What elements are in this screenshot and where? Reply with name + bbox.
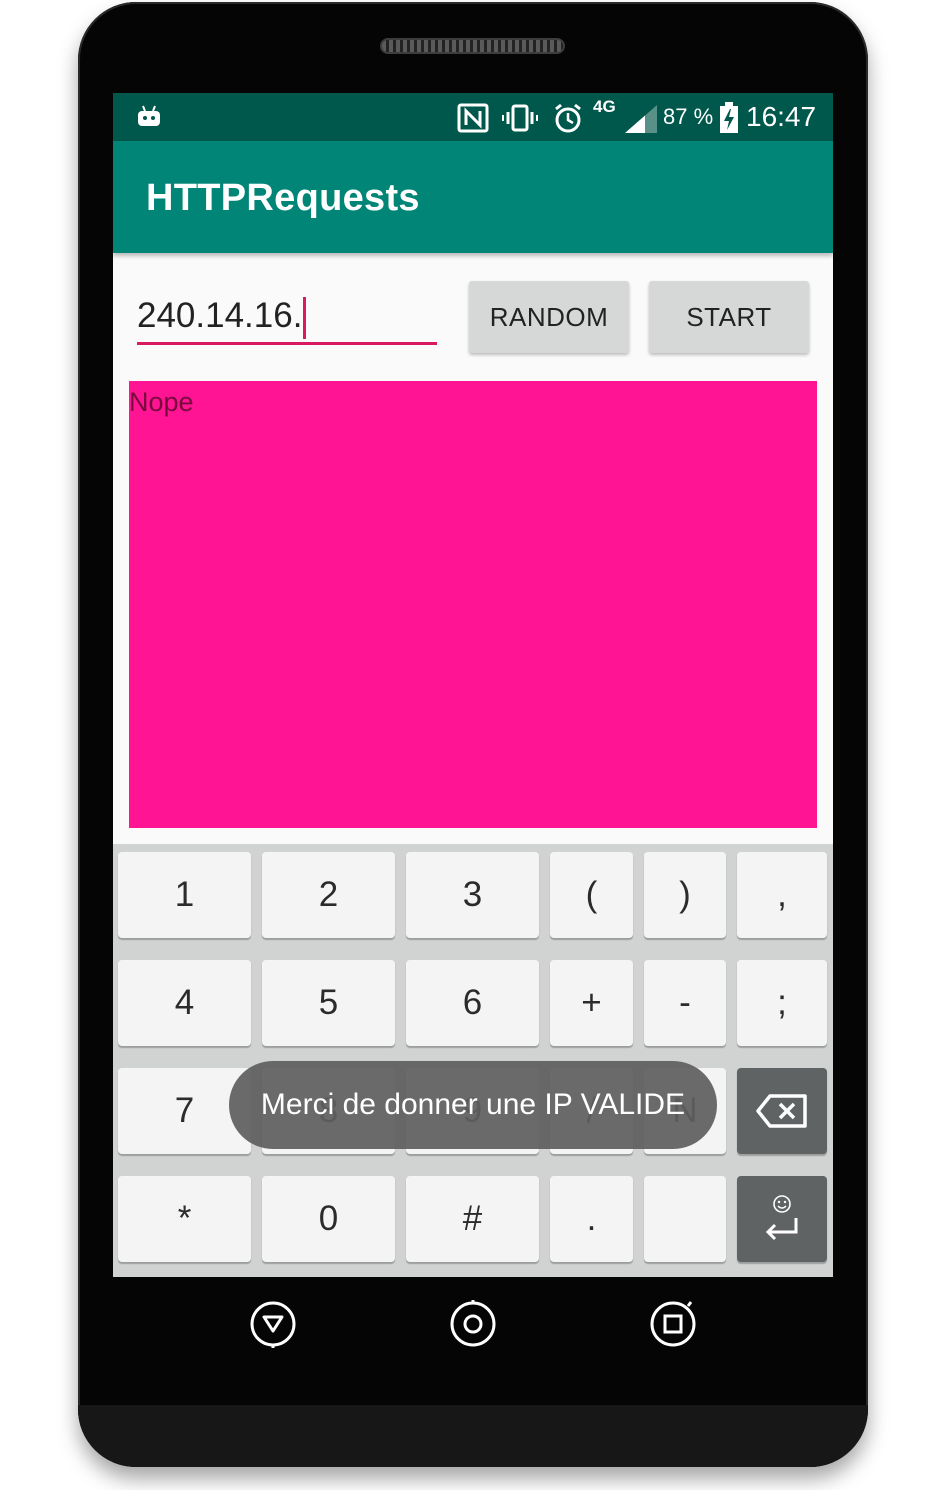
key-space[interactable] <box>644 1176 726 1262</box>
enter-icon <box>765 1218 798 1241</box>
alarm-icon <box>555 103 581 133</box>
key-asterisk[interactable]: * <box>118 1176 251 1262</box>
network-type: 4G <box>593 97 616 116</box>
status-bar: 4G 87 % 16:47 <box>113 93 833 141</box>
backspace-key[interactable] <box>737 1068 827 1154</box>
toast-message: Merci de donner une IP VALIDE <box>229 1061 717 1149</box>
backspace-icon <box>756 1094 807 1128</box>
signal-icon <box>625 105 657 133</box>
clock: 16:47 <box>746 101 817 132</box>
app-bar: HTTPRequests <box>113 141 833 253</box>
back-icon[interactable] <box>249 1300 297 1348</box>
vibrate-icon <box>502 104 538 132</box>
key-3[interactable]: 3 <box>406 852 539 938</box>
nfc-icon <box>457 103 489 133</box>
key-2[interactable]: 2 <box>262 852 395 938</box>
key-semicolon[interactable]: ; <box>737 960 827 1046</box>
key-5[interactable]: 5 <box>262 960 395 1046</box>
start-button[interactable]: START <box>649 281 809 353</box>
key-0[interactable]: 0 <box>262 1176 395 1262</box>
key-plus[interactable]: + <box>550 960 633 1046</box>
key-6[interactable]: 6 <box>406 960 539 1046</box>
speaker-grille <box>380 38 565 54</box>
android-debug-icon <box>138 105 160 126</box>
key-4[interactable]: 4 <box>118 960 251 1046</box>
ip-input-value: 240.14.16. <box>137 296 303 335</box>
phone-chin <box>78 1405 868 1467</box>
screen: 4G 87 % 16:47 HTTPRequests 240.14.16. RA… <box>113 93 833 1277</box>
key-period[interactable]: . <box>550 1176 633 1262</box>
key-close-paren[interactable]: ) <box>644 852 726 938</box>
key-hash[interactable]: # <box>406 1176 539 1262</box>
emoji-icon <box>773 1195 791 1213</box>
home-icon[interactable] <box>449 1300 497 1348</box>
key-minus[interactable]: - <box>644 960 726 1046</box>
recents-icon[interactable] <box>649 1300 697 1348</box>
app-title: HTTPRequests <box>146 177 420 219</box>
result-panel: Nope <box>129 381 817 828</box>
text-cursor <box>303 296 307 339</box>
battery-percent: 87 % <box>663 104 714 129</box>
key-1[interactable]: 1 <box>118 852 251 938</box>
result-text: Nope <box>129 387 194 417</box>
key-comma[interactable]: , <box>737 852 827 938</box>
ip-input[interactable]: 240.14.16. <box>137 289 437 345</box>
random-button[interactable]: RANDOM <box>469 281 629 353</box>
key-open-paren[interactable]: ( <box>550 852 633 938</box>
battery-charging-icon <box>720 102 738 133</box>
enter-key[interactable] <box>737 1176 827 1262</box>
